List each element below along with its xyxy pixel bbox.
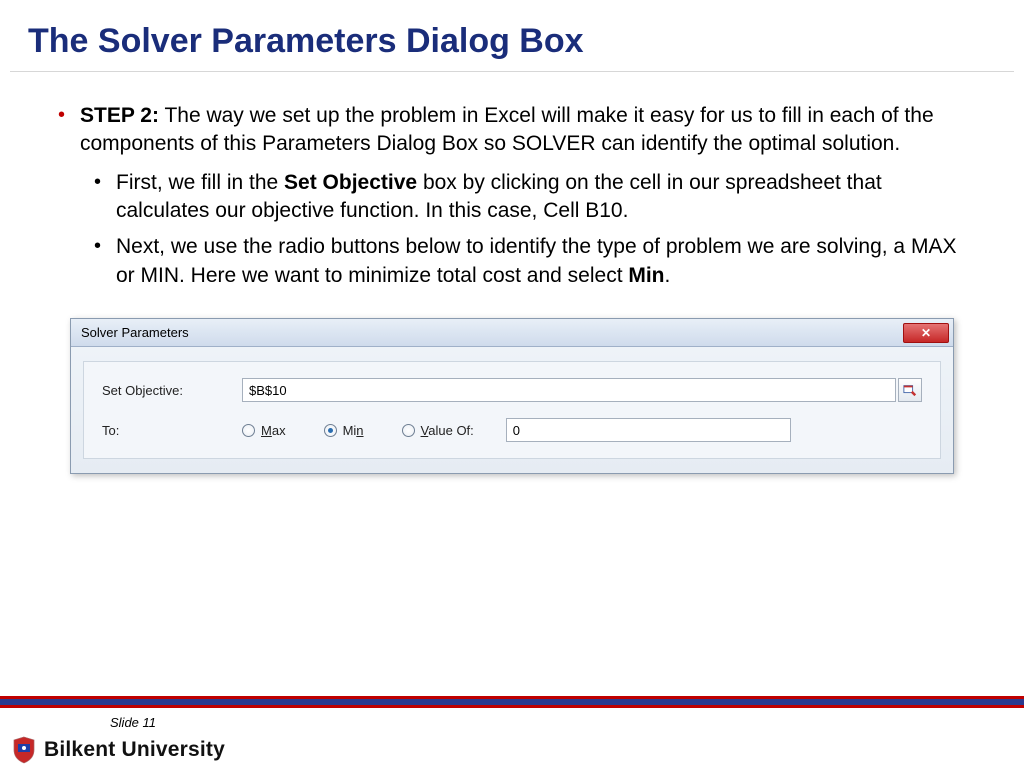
step-text: The way we set up the problem in Excel w… xyxy=(80,104,934,155)
close-button[interactable]: ✕ xyxy=(903,323,949,343)
slide-title: The Solver Parameters Dialog Box xyxy=(0,0,1024,71)
dialog-titlebar: Solver Parameters ✕ xyxy=(71,319,953,347)
bullet-sub-1: First, we fill in the Set Objective box … xyxy=(94,169,966,226)
footer-bar xyxy=(0,696,1024,708)
set-objective-input[interactable] xyxy=(242,378,896,402)
university-name: Bilkent University xyxy=(44,738,225,762)
to-label: To: xyxy=(102,423,242,438)
set-objective-label: Set Objective: xyxy=(102,383,242,398)
shield-icon xyxy=(12,736,36,764)
sub2-bold: Min xyxy=(628,264,664,287)
radio-min-icon xyxy=(324,424,337,437)
refedit-button[interactable] xyxy=(898,378,922,402)
valueof-input[interactable] xyxy=(506,418,791,442)
radio-valueof-label: Value Of: xyxy=(421,423,474,438)
radio-valueof[interactable]: Value Of: xyxy=(402,423,474,438)
dialog-title: Solver Parameters xyxy=(81,325,189,340)
sub1-pre: First, we fill in the xyxy=(116,171,284,194)
radio-valueof-icon xyxy=(402,424,415,437)
sub2-post: . xyxy=(665,264,671,287)
radio-max-label: Max xyxy=(261,423,286,438)
sub1-bold: Set Objective xyxy=(284,171,417,194)
step-label: STEP 2: xyxy=(80,104,159,127)
solver-dialog: Solver Parameters ✕ Set Objective: xyxy=(70,318,954,474)
refedit-icon xyxy=(903,383,917,397)
sub2-pre: Next, we use the radio buttons below to … xyxy=(116,235,956,286)
slide-number: Slide 11 xyxy=(110,715,156,730)
radio-min[interactable]: Min xyxy=(324,423,364,438)
radio-max-icon xyxy=(242,424,255,437)
close-icon: ✕ xyxy=(921,326,931,340)
radio-max[interactable]: Max xyxy=(242,423,286,438)
bullet-sub-2: Next, we use the radio buttons below to … xyxy=(94,233,966,290)
university-brand: Bilkent University xyxy=(12,736,225,764)
slide-body: STEP 2: The way we set up the problem in… xyxy=(0,72,1024,290)
bullet-step2: STEP 2: The way we set up the problem in… xyxy=(58,102,966,159)
radio-min-label: Min xyxy=(343,423,364,438)
